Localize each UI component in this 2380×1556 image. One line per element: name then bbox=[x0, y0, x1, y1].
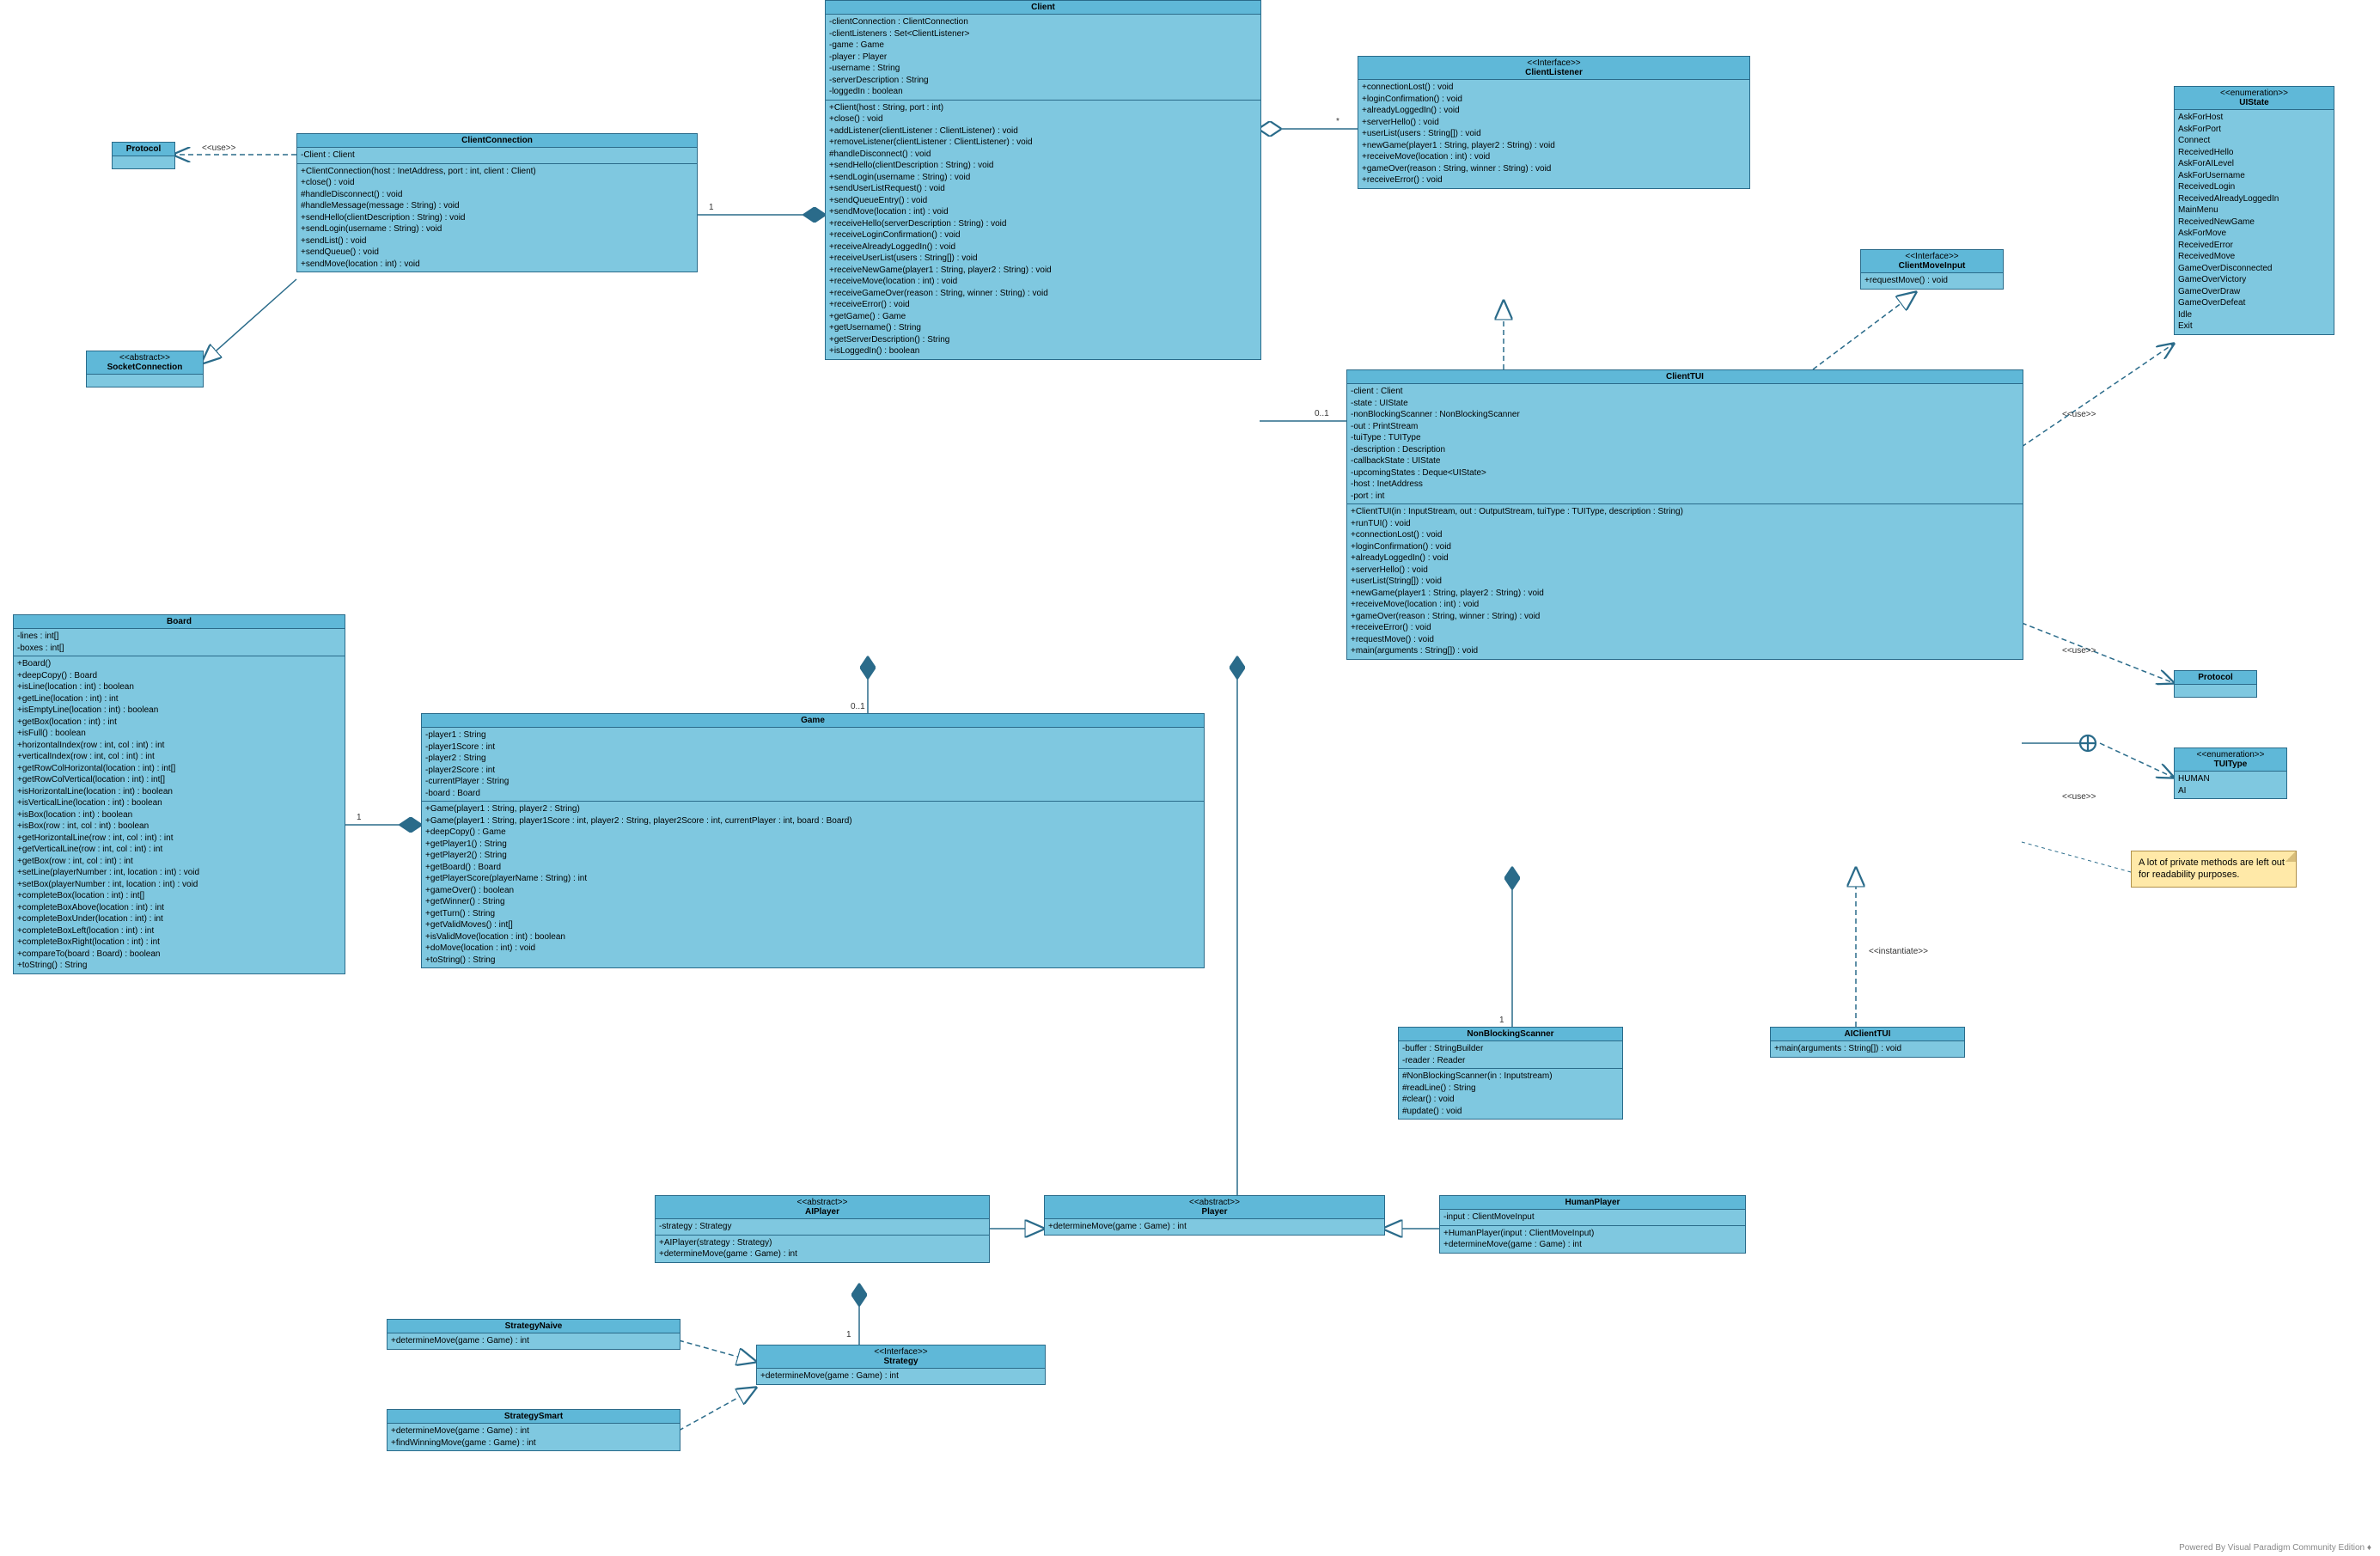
class-tuitype: <<enumeration>>TUIType HUMANAI bbox=[2174, 747, 2287, 799]
class-protocol: Protocol bbox=[112, 142, 175, 169]
note-readability: A lot of private methods are left out fo… bbox=[2131, 851, 2297, 888]
class-aiclienttui: AIClientTUI +main(arguments : String[]) … bbox=[1770, 1027, 1965, 1058]
class-clientconnection: ClientConnection -Client : Client +Clien… bbox=[296, 133, 698, 272]
class-socketconnection: <<abstract>>SocketConnection bbox=[86, 351, 204, 387]
mult-one-strat: 1 bbox=[846, 1330, 851, 1339]
class-protocol2: Protocol bbox=[2174, 670, 2257, 698]
class-aiplayer: <<abstract>>AIPlayer -strategy : Strateg… bbox=[655, 1195, 990, 1263]
footer-text: Powered By Visual Paradigm Community Edi… bbox=[2179, 1543, 2371, 1553]
use-protocol: <<use>> bbox=[2062, 646, 2096, 656]
class-clientlistener: <<Interface>>ClientListener +connectionL… bbox=[1358, 56, 1750, 189]
use-uistate: <<use>> bbox=[2062, 410, 2096, 419]
mult-star: * bbox=[1336, 117, 1340, 126]
class-player: <<abstract>>Player +determineMove(game :… bbox=[1044, 1195, 1385, 1236]
class-uistate: <<enumeration>>UIState AskForHostAskForP… bbox=[2174, 86, 2334, 335]
class-strategy: <<Interface>>Strategy +determineMove(gam… bbox=[756, 1345, 1046, 1385]
class-strategysmart: StrategySmart +determineMove(game : Game… bbox=[387, 1409, 680, 1451]
class-nonblockingscanner: NonBlockingScanner -buffer : StringBuild… bbox=[1398, 1027, 1623, 1120]
instantiate-lbl: <<instantiate>> bbox=[1869, 947, 1928, 956]
mult-01-game: 0..1 bbox=[851, 702, 865, 711]
class-game: Game -player1 : String-player1Score : in… bbox=[421, 713, 1205, 968]
uml-canvas: { "footer": "Powered By Visual Paradigm … bbox=[0, 0, 2380, 1556]
class-strategynaive: StrategyNaive +determineMove(game : Game… bbox=[387, 1319, 680, 1350]
conn-use-label: <<use>> bbox=[202, 143, 236, 153]
class-board: Board -lines : int[]-boxes : int[] +Boar… bbox=[13, 614, 345, 974]
mult-one: 1 bbox=[709, 203, 714, 212]
mult-01-tui: 0..1 bbox=[1315, 409, 1329, 418]
mult-one-nbs: 1 bbox=[1499, 1016, 1504, 1025]
class-clienttui: ClientTUI -client : Client-state : UISta… bbox=[1346, 369, 2023, 660]
class-humanplayer: HumanPlayer -input : ClientMoveInput +Hu… bbox=[1439, 1195, 1746, 1254]
mult-one-board: 1 bbox=[357, 813, 362, 822]
class-client: Client -clientConnection : ClientConnect… bbox=[825, 0, 1261, 360]
class-clientmoveinput: <<Interface>>ClientMoveInput +requestMov… bbox=[1860, 249, 2004, 290]
use-tuitype: <<use>> bbox=[2062, 792, 2096, 802]
